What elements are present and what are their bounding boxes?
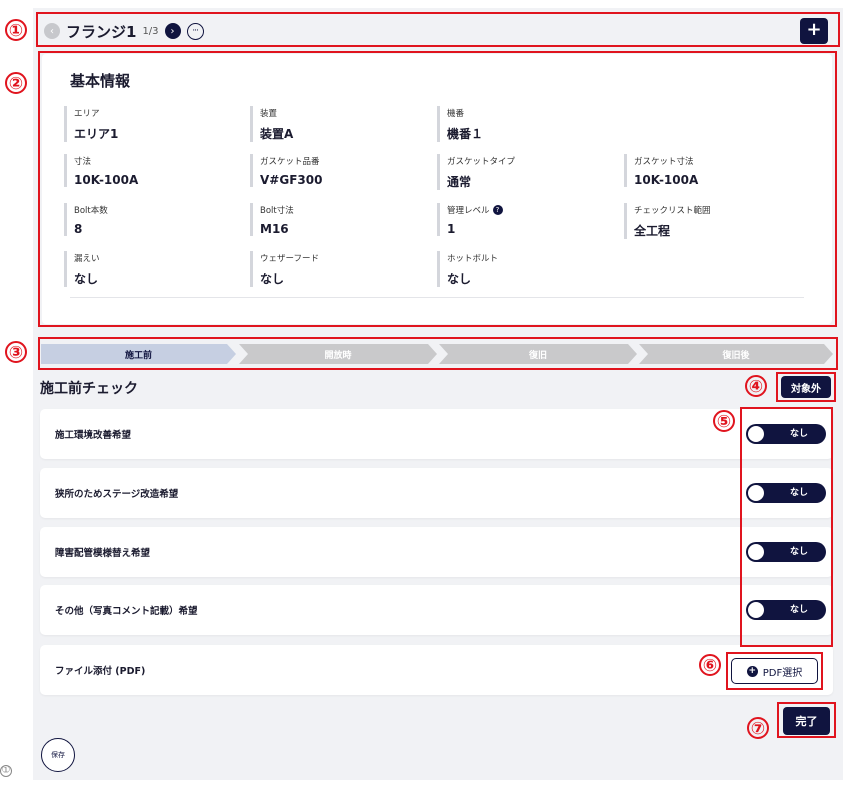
check-row: 狭所のためステージ改造希望 なし (40, 468, 833, 518)
callout-number-7: ⑦ (747, 717, 769, 739)
check-label: 施工環境改善希望 (55, 430, 132, 441)
save-button[interactable]: 保存 (41, 738, 75, 772)
callout-number-5: ⑤ (713, 410, 735, 432)
callout-number-partial: ① (0, 765, 12, 777)
callout-number-3: ③ (5, 341, 27, 363)
callout-number-4: ④ (745, 375, 767, 397)
callout-box-5 (740, 407, 833, 647)
callout-number-1: ① (5, 19, 27, 41)
callout-box-1 (36, 12, 840, 47)
callout-box-2 (38, 51, 837, 327)
callout-box-4 (776, 372, 836, 402)
section-title: 施工前チェック (40, 381, 138, 397)
check-row: その他（写真コメント記載）希望 なし (40, 585, 833, 635)
check-row: 障害配管模様替え希望 なし (40, 527, 833, 577)
callout-box-6 (726, 652, 823, 690)
callout-box-7 (777, 702, 836, 738)
callout-box-3 (38, 337, 838, 370)
callout-number-2: ② (5, 72, 27, 94)
callout-number-6: ⑥ (699, 654, 721, 676)
check-label: 障害配管模様替え希望 (55, 548, 151, 559)
attachment-label: ファイル添付 (PDF) (55, 666, 146, 677)
check-label: 狭所のためステージ改造希望 (55, 489, 179, 500)
check-label: その他（写真コメント記載）希望 (55, 606, 198, 617)
